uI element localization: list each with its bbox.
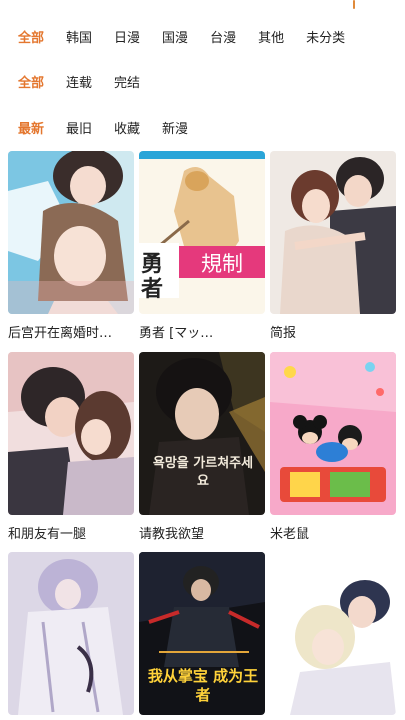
region-filter-other[interactable]: 其他 bbox=[258, 23, 284, 50]
comic-card[interactable] bbox=[8, 552, 134, 715]
status-filter-completed[interactable]: 完结 bbox=[114, 68, 140, 95]
comic-title[interactable]: 简报 bbox=[270, 322, 396, 341]
cover-text: 我从掌宝 成为王者 bbox=[147, 667, 259, 704]
sort-latest[interactable]: 最新 bbox=[18, 114, 44, 141]
comic-cover[interactable] bbox=[270, 352, 396, 515]
comic-title[interactable]: 请教我欲望 bbox=[139, 523, 265, 542]
comic-title[interactable]: 后宫开在离婚时… bbox=[8, 322, 134, 341]
comic-cover[interactable] bbox=[8, 552, 134, 715]
region-filter-row: 全部 韩国 日漫 国漫 台漫 其他 未分类 bbox=[8, 12, 397, 62]
comic-cover[interactable]: 勇 者 規制 bbox=[139, 151, 265, 314]
status-filter-ongoing[interactable]: 连载 bbox=[66, 68, 92, 95]
comic-cover[interactable]: 我从掌宝 成为王者 bbox=[139, 552, 265, 715]
comic-card[interactable]: 我从掌宝 成为王者 bbox=[139, 552, 265, 715]
comic-title[interactable]: 和朋友有一腿 bbox=[8, 523, 134, 542]
sort-new[interactable]: 新漫 bbox=[162, 114, 188, 141]
sort-filter-row: 最新 最旧 收藏 新漫 bbox=[8, 102, 397, 152]
cover-text: 욕망을 가르쳐주세요 bbox=[152, 456, 254, 489]
cover-text: 者 bbox=[141, 277, 164, 302]
region-filter-japan[interactable]: 日漫 bbox=[114, 23, 140, 50]
comic-card[interactable]: 后宫开在离婚时… bbox=[8, 151, 134, 341]
cover-text: 規制 bbox=[201, 252, 243, 276]
scroll-indicator bbox=[353, 0, 355, 9]
comic-cover[interactable] bbox=[8, 352, 134, 515]
comic-card[interactable]: 和朋友有一腿 bbox=[8, 352, 134, 542]
region-filter-china[interactable]: 国漫 bbox=[162, 23, 188, 50]
comic-card[interactable]: 米老鼠 bbox=[270, 352, 396, 542]
comic-cover[interactable] bbox=[270, 151, 396, 314]
comic-title[interactable]: 米老鼠 bbox=[270, 523, 396, 542]
comic-card[interactable]: 简报 bbox=[270, 151, 396, 341]
region-filter-all[interactable]: 全部 bbox=[18, 23, 44, 50]
comic-cover[interactable] bbox=[270, 552, 396, 715]
status-filter-all[interactable]: 全部 bbox=[18, 68, 44, 95]
comic-title[interactable]: 勇者 [マッ… bbox=[139, 322, 265, 341]
comic-card[interactable]: 勇 者 規制 勇者 [マッ… bbox=[139, 151, 265, 341]
status-filter-row: 全部 连载 完结 bbox=[8, 57, 397, 107]
region-filter-taiwan[interactable]: 台漫 bbox=[210, 23, 236, 50]
region-filter-korea[interactable]: 韩国 bbox=[66, 23, 92, 50]
region-filter-uncategorized[interactable]: 未分类 bbox=[306, 23, 345, 50]
comic-card[interactable]: 욕망을 가르쳐주세요 请教我欲望 bbox=[139, 352, 265, 542]
sort-oldest[interactable]: 最旧 bbox=[66, 114, 92, 141]
comic-cover[interactable]: 욕망을 가르쳐주세요 bbox=[139, 352, 265, 515]
comic-card[interactable] bbox=[270, 552, 396, 715]
comic-cover[interactable] bbox=[8, 151, 134, 314]
sort-favorites[interactable]: 收藏 bbox=[114, 114, 140, 141]
